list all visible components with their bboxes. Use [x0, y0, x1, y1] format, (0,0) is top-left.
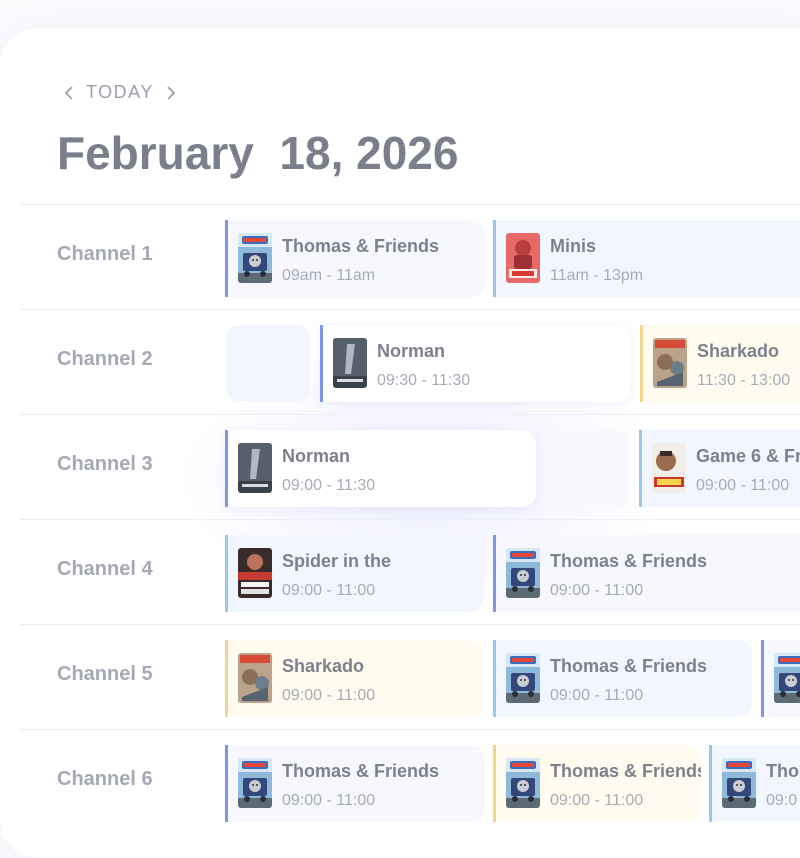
program-time: 09:00 - 11:00 [282, 687, 376, 704]
empty-slot[interactable] [226, 325, 311, 402]
program-card[interactable]: Thomas & Friends 09:00 - 11:00 [493, 535, 800, 612]
program-title: Game 6 & Fr [696, 446, 800, 466]
program-poster [653, 338, 687, 388]
chevron-right-icon[interactable] [160, 85, 182, 100]
program-time: 09:00 - 11:00 [550, 582, 644, 599]
program-card[interactable]: Game 6 & Fr 09:00 - 11:00 [639, 430, 800, 507]
program-card[interactable]: Sharkado 09:00 - 11:00 [225, 640, 484, 717]
program-time: 09:0 [766, 792, 798, 809]
program-title: Thomas & Friends [282, 236, 440, 256]
today-button[interactable]: TODAY [86, 82, 154, 103]
program-time: 11:30 - 13:00 [697, 372, 791, 389]
program-card[interactable]: Sharkado 11:30 - 13:00 [640, 325, 800, 402]
program-poster [506, 548, 540, 598]
program-time: 09:00 - 11:00 [696, 477, 790, 494]
program-time: 09:30 - 11:30 [377, 372, 471, 389]
program-title: Sharkado [282, 656, 365, 676]
channel-row: Channel 3 Norman 09:00 - 11:30 Game 6 & … [20, 414, 800, 519]
program-card[interactable] [761, 640, 800, 717]
program-time: 09am - 11am [282, 267, 376, 284]
date-navigator: TODAY [58, 82, 182, 103]
channel-label[interactable]: Channel 2 [57, 348, 153, 371]
program-poster [238, 653, 272, 703]
program-poster [506, 653, 540, 703]
program-poster [333, 338, 367, 388]
page-title: February 18, 2026 [57, 127, 459, 179]
program-poster [238, 233, 272, 283]
program-poster [238, 548, 272, 598]
program-card[interactable]: Norman 09:30 - 11:30 [320, 325, 631, 402]
program-title: Tho [766, 761, 799, 781]
program-title: Minis [550, 236, 597, 256]
channel-label[interactable]: Channel 4 [57, 558, 153, 581]
program-time: 09:00 - 11:00 [550, 687, 644, 704]
program-time: 09:00 - 11:30 [282, 477, 376, 494]
channel-label[interactable]: Channel 6 [57, 768, 153, 791]
program-card[interactable]: Minis 11am - 13pm [493, 220, 800, 297]
program-time: 09:00 - 11:00 [282, 582, 376, 599]
program-poster [774, 653, 800, 703]
schedule-grid: Channel 1 Thomas & Friends 09am - 11am M… [20, 204, 800, 834]
channel-label[interactable]: Channel 5 [57, 663, 153, 686]
program-poster [652, 443, 686, 493]
tv-guide-card: TODAY February 18, 2026 Channel 1 Thomas… [0, 28, 800, 858]
program-title: Spider in the [282, 551, 392, 571]
channel-label[interactable]: Channel 3 [57, 453, 153, 476]
empty-slot[interactable] [545, 430, 630, 507]
program-title: Thomas & Friends [550, 656, 708, 676]
program-card[interactable]: Thomas & Friends 09:00 - 11:00 [493, 745, 701, 822]
program-card[interactable]: Thomas & Friends 09:00 - 11:00 [225, 745, 485, 822]
channel-row: Channel 1 Thomas & Friends 09am - 11am M… [20, 204, 800, 309]
channel-row: Channel 5 Sharkado 09:00 - 11:00 Thomas … [20, 624, 800, 729]
program-title: Thomas & Friends [550, 551, 708, 571]
program-card[interactable]: Spider in the 09:00 - 11:00 [225, 535, 484, 612]
program-card[interactable]: Tho 09:0 [709, 745, 800, 822]
program-card[interactable]: Thomas & Friends 09am - 11am [225, 220, 485, 297]
program-title: Thomas & Friends [550, 761, 701, 781]
program-poster [238, 758, 272, 808]
channel-row: Channel 2 Norman 09:30 - 11:30 Sharkado … [20, 309, 800, 414]
program-poster [506, 233, 540, 283]
program-title: Norman [282, 446, 351, 466]
program-time: 09:00 - 11:00 [282, 792, 376, 809]
program-title: Sharkado [697, 341, 780, 361]
program-title: Norman [377, 341, 446, 361]
channel-label[interactable]: Channel 1 [57, 243, 153, 266]
program-poster [506, 758, 540, 808]
program-poster [722, 758, 756, 808]
program-card[interactable]: Norman 09:00 - 11:30 [225, 430, 536, 507]
channel-row: Channel 6 Thomas & Friends 09:00 - 11:00… [20, 729, 800, 834]
chevron-left-icon[interactable] [58, 85, 80, 100]
program-time: 09:00 - 11:00 [550, 792, 644, 809]
program-poster [238, 443, 272, 493]
program-time: 11am - 13pm [550, 267, 644, 284]
channel-row: Channel 4 Spider in the 09:00 - 11:00 Th… [20, 519, 800, 624]
program-title: Thomas & Friends [282, 761, 440, 781]
program-card[interactable]: Thomas & Friends 09:00 - 11:00 [493, 640, 752, 717]
